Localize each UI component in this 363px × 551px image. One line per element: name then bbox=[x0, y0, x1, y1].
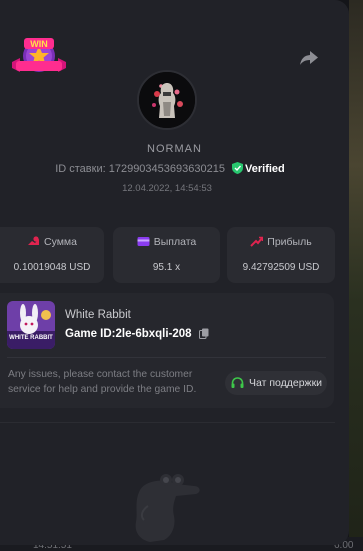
support-chat-label: Чат поддержки bbox=[249, 377, 323, 389]
game-id-label: Game ID: bbox=[65, 328, 116, 340]
avatar-image bbox=[139, 72, 195, 128]
game-id-value: 2le-6bxqli-208 bbox=[115, 328, 192, 340]
bet-datetime: 12.04.2022, 14:54:53 bbox=[122, 183, 212, 194]
user-avatar bbox=[137, 70, 197, 130]
game-card-divider bbox=[7, 357, 326, 358]
background-game-page bbox=[349, 0, 363, 551]
copy-icon[interactable] bbox=[198, 328, 209, 339]
game-thumbnail[interactable]: WHITE RABBIT bbox=[7, 301, 55, 349]
stat-profit-value: 9.42792509 USD bbox=[242, 262, 320, 273]
support-help-text: Any issues, please contact the customer … bbox=[8, 369, 197, 395]
win-badge-icon: WIN bbox=[12, 38, 66, 72]
white-rabbit-thumbnail: WHITE RABBIT bbox=[7, 301, 55, 349]
bet-details-modal: WIN NORMAN ID ставки: 172990345369363021… bbox=[0, 0, 349, 545]
share-icon[interactable] bbox=[299, 49, 319, 67]
stat-amount: Сумма 0.10019048 USD bbox=[0, 227, 104, 283]
username: NORMAN bbox=[147, 143, 202, 155]
svg-text:WIN: WIN bbox=[30, 39, 48, 49]
verified-shield-icon bbox=[232, 162, 244, 174]
game-card: WHITE RABBIT White Rabbit Game ID:2le-6b… bbox=[0, 293, 334, 408]
bet-id-row: ID ставки: 1729903453693630215 Verified bbox=[0, 162, 340, 175]
game-id-row: Game ID:2le-6bxqli-208 bbox=[65, 328, 209, 340]
coins-icon bbox=[28, 236, 39, 245]
svg-text:WHITE RABBIT: WHITE RABBIT bbox=[9, 335, 53, 341]
game-title: White Rabbit bbox=[65, 309, 131, 321]
support-chat-button[interactable]: Чат поддержки bbox=[225, 371, 327, 395]
verified-label: Verified bbox=[245, 163, 285, 175]
stat-profit-label: Прибыль bbox=[267, 236, 312, 248]
stat-payout: Выплата 95.1 x bbox=[113, 227, 220, 283]
stat-profit: Прибыль 9.42792509 USD bbox=[227, 227, 335, 283]
bet-id-value: 1729903453693630215 bbox=[108, 163, 225, 175]
stat-payout-label: Выплата bbox=[153, 236, 197, 248]
bet-id-label: ID ставки: bbox=[55, 163, 106, 175]
crocodile-mascot-icon bbox=[135, 474, 200, 542]
profit-arrow-icon bbox=[250, 236, 264, 247]
wallet-icon bbox=[137, 237, 150, 246]
section-separator bbox=[0, 422, 335, 423]
stat-amount-value: 0.10019048 USD bbox=[13, 262, 91, 273]
stat-amount-label: Сумма bbox=[44, 236, 77, 248]
bet-stats: Сумма 0.10019048 USD Выплата 95.1 x Приб… bbox=[0, 227, 349, 283]
stat-payout-value: 95.1 x bbox=[152, 262, 181, 273]
headset-icon bbox=[231, 377, 244, 388]
